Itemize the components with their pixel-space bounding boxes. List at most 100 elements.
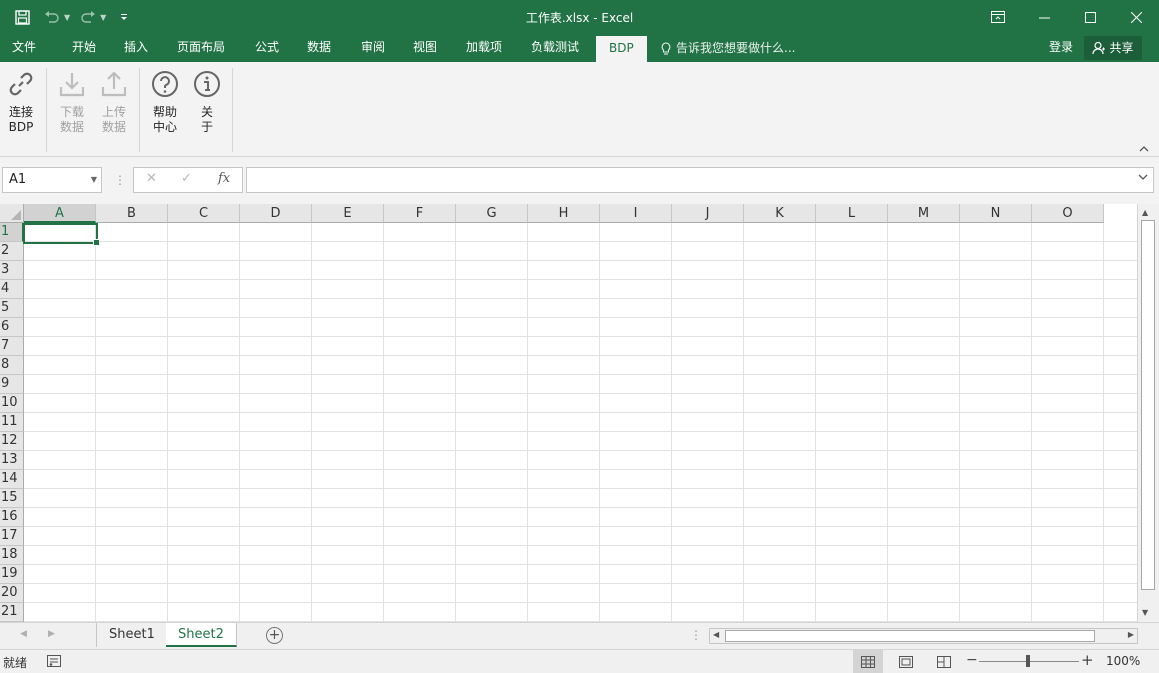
column-header[interactable]: D bbox=[240, 204, 312, 223]
horizontal-scroll-thumb[interactable] bbox=[725, 630, 1095, 642]
cancel-entry-icon[interactable]: ✕ bbox=[146, 171, 157, 186]
row-header[interactable]: 12 bbox=[0, 432, 24, 451]
add-sheet-icon[interactable]: + bbox=[266, 627, 283, 644]
row-header[interactable]: 2 bbox=[0, 242, 24, 261]
tab-view[interactable]: 视图 bbox=[413, 34, 437, 62]
row-header[interactable]: 15 bbox=[0, 489, 24, 508]
share-button[interactable]: 共享 bbox=[1084, 36, 1142, 60]
row-header[interactable]: 4 bbox=[0, 280, 24, 299]
tab-load-test[interactable]: 负载测试 bbox=[531, 34, 579, 62]
close-icon[interactable] bbox=[1113, 0, 1159, 34]
tab-insert[interactable]: 插入 bbox=[124, 34, 148, 62]
scroll-down-icon[interactable]: ▼ bbox=[1142, 608, 1148, 617]
sheet-tab-sheet1[interactable]: Sheet1 bbox=[96, 623, 168, 647]
row-header[interactable]: 14 bbox=[0, 470, 24, 489]
tab-review[interactable]: 审阅 bbox=[361, 34, 385, 62]
row-header[interactable]: 7 bbox=[0, 337, 24, 356]
zoom-level[interactable]: 100% bbox=[1106, 654, 1140, 668]
next-sheet-icon[interactable]: ▶ bbox=[48, 629, 55, 639]
row-header[interactable]: 18 bbox=[0, 546, 24, 565]
page-layout-view-button[interactable] bbox=[891, 650, 921, 673]
tab-file[interactable]: 文件 bbox=[12, 34, 36, 62]
login-link[interactable]: 登录 bbox=[1049, 34, 1073, 62]
column-header[interactable]: B bbox=[96, 204, 168, 223]
row-header[interactable]: 3 bbox=[0, 261, 24, 280]
row-header[interactable]: 20 bbox=[0, 584, 24, 603]
undo-icon[interactable] bbox=[40, 5, 64, 29]
download-data-button[interactable]: 下载 数据 bbox=[54, 68, 90, 135]
cell-area[interactable] bbox=[24, 223, 1137, 622]
row-header[interactable]: 8 bbox=[0, 356, 24, 375]
column-header[interactable]: M bbox=[888, 204, 960, 223]
column-header[interactable]: C bbox=[168, 204, 240, 223]
column-header[interactable]: E bbox=[312, 204, 384, 223]
collapse-ribbon-icon[interactable] bbox=[1139, 144, 1149, 155]
name-box[interactable]: A1 ▼ bbox=[2, 167, 102, 193]
column-header[interactable]: I bbox=[600, 204, 672, 223]
chevron-down-icon[interactable]: ▼ bbox=[91, 168, 97, 192]
tell-me-box[interactable]: 告诉我您想要做什么... bbox=[661, 34, 795, 62]
insert-function-icon[interactable]: fx bbox=[218, 171, 230, 186]
upload-data-button[interactable]: 上传 数据 bbox=[96, 68, 132, 135]
tab-split-grip-icon[interactable]: ⋮ bbox=[690, 628, 702, 642]
column-header[interactable]: G bbox=[456, 204, 528, 223]
tab-formulas[interactable]: 公式 bbox=[255, 34, 279, 62]
scroll-right-icon[interactable]: ▶ bbox=[1128, 630, 1134, 639]
customize-qat-icon[interactable] bbox=[112, 5, 136, 29]
macro-record-icon[interactable] bbox=[47, 655, 61, 670]
worksheet-grid[interactable]: ABCDEFGHIJKLMNO 1 2 3 4 5 6 7 8 9 10 11 12 13 14 15 16 1… bbox=[0, 204, 1137, 622]
tab-bdp[interactable]: BDP bbox=[596, 36, 647, 62]
column-header[interactable]: K bbox=[744, 204, 816, 223]
prev-sheet-icon[interactable]: ◀ bbox=[20, 629, 27, 639]
expand-formula-bar-icon[interactable] bbox=[1138, 173, 1148, 184]
connect-bdp-button[interactable]: 连接 BDP bbox=[3, 68, 39, 135]
tab-page-layout[interactable]: 页面布局 bbox=[177, 34, 225, 62]
row-header[interactable]: 5 bbox=[0, 299, 24, 318]
redo-icon[interactable] bbox=[76, 5, 100, 29]
row-header[interactable]: 21 bbox=[0, 603, 24, 622]
vertical-scrollbar[interactable]: ▲ ▼ bbox=[1137, 204, 1159, 622]
undo-dropdown-icon[interactable]: ▼ bbox=[64, 13, 70, 22]
sheet-tab-sheet2[interactable]: Sheet2 bbox=[166, 623, 237, 647]
column-header[interactable]: F bbox=[384, 204, 456, 223]
normal-view-button[interactable] bbox=[853, 650, 883, 673]
minimize-icon[interactable] bbox=[1021, 0, 1067, 34]
about-button[interactable]: 关于 bbox=[189, 68, 225, 135]
help-center-button[interactable]: 帮助 中心 bbox=[147, 68, 183, 135]
horizontal-scrollbar[interactable]: ◀ ▶ bbox=[709, 628, 1138, 644]
zoom-out-icon[interactable]: − bbox=[966, 652, 978, 668]
column-header[interactable]: L bbox=[816, 204, 888, 223]
column-header[interactable]: N bbox=[960, 204, 1032, 223]
zoom-slider-thumb[interactable] bbox=[1026, 655, 1030, 667]
row-header[interactable]: 1 bbox=[0, 223, 24, 242]
tab-data[interactable]: 数据 bbox=[307, 34, 331, 62]
select-all-button[interactable] bbox=[0, 204, 24, 223]
column-header[interactable]: J bbox=[672, 204, 744, 223]
row-header[interactable]: 9 bbox=[0, 375, 24, 394]
vertical-scroll-thumb[interactable] bbox=[1141, 220, 1155, 590]
row-header[interactable]: 11 bbox=[0, 413, 24, 432]
row-header[interactable]: 16 bbox=[0, 508, 24, 527]
row-header[interactable]: 10 bbox=[0, 394, 24, 413]
column-header[interactable]: O bbox=[1032, 204, 1104, 223]
redo-dropdown-icon[interactable]: ▼ bbox=[100, 13, 106, 22]
scroll-up-icon[interactable]: ▲ bbox=[1142, 208, 1148, 217]
row-header[interactable]: 6 bbox=[0, 318, 24, 337]
active-cell[interactable] bbox=[23, 223, 100, 246]
row-header[interactable]: 13 bbox=[0, 451, 24, 470]
tab-home[interactable]: 开始 bbox=[72, 34, 96, 62]
maximize-icon[interactable] bbox=[1067, 0, 1113, 34]
ribbon-display-options-icon[interactable] bbox=[975, 0, 1021, 34]
formula-bar-grip-icon[interactable]: ⋮ bbox=[114, 173, 126, 187]
save-icon[interactable] bbox=[10, 5, 34, 29]
page-break-view-button[interactable] bbox=[929, 650, 959, 673]
tab-addins[interactable]: 加载项 bbox=[466, 34, 502, 62]
row-header[interactable]: 19 bbox=[0, 565, 24, 584]
scroll-left-icon[interactable]: ◀ bbox=[713, 630, 719, 639]
zoom-in-icon[interactable]: + bbox=[1081, 651, 1094, 669]
column-header[interactable]: H bbox=[528, 204, 600, 223]
column-header[interactable]: A bbox=[24, 204, 96, 223]
confirm-entry-icon[interactable]: ✓ bbox=[181, 171, 192, 186]
formula-input[interactable] bbox=[246, 167, 1154, 193]
row-header[interactable]: 17 bbox=[0, 527, 24, 546]
